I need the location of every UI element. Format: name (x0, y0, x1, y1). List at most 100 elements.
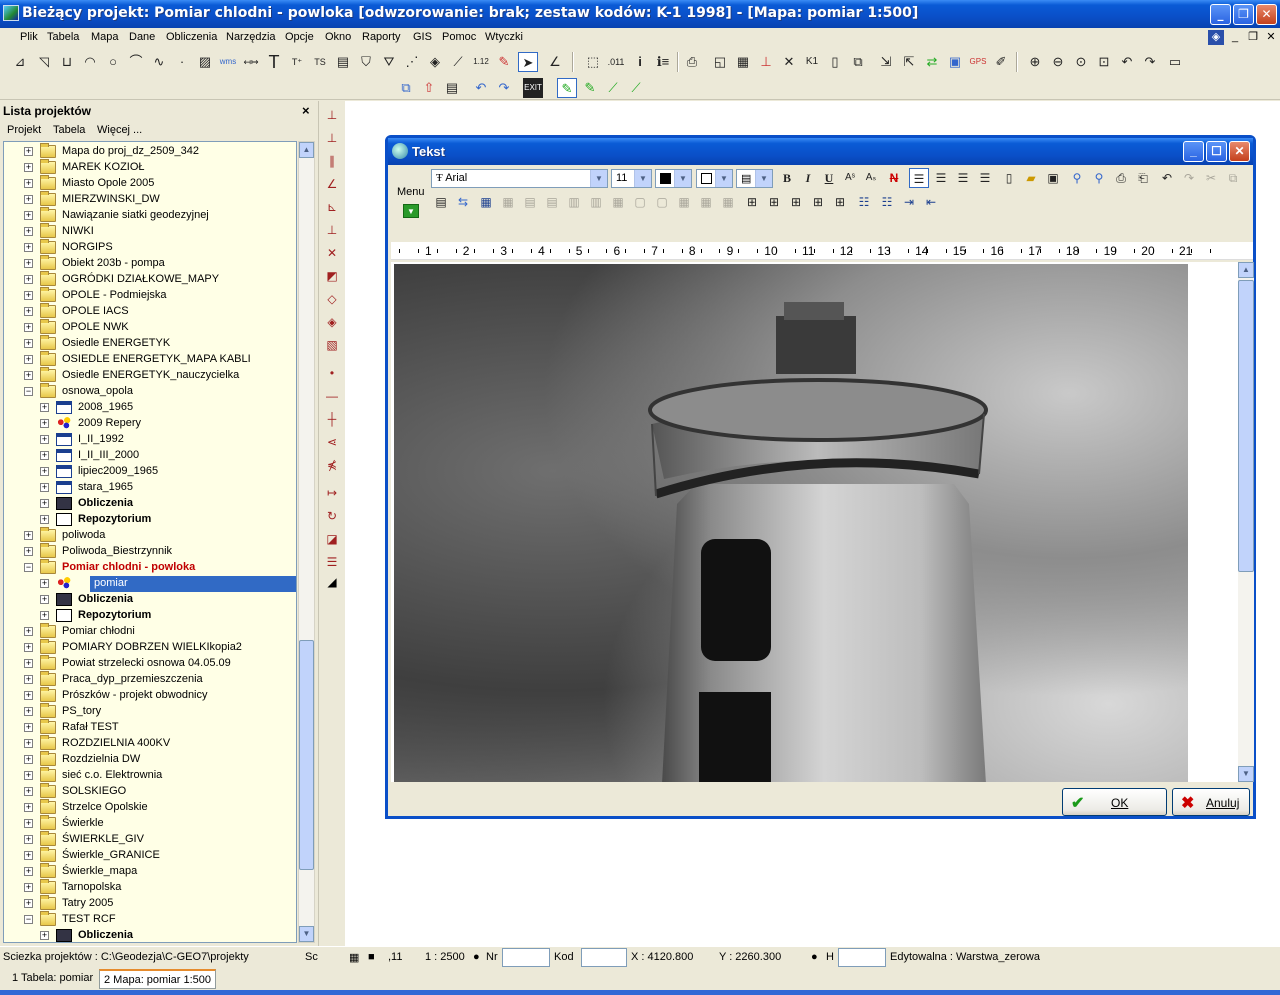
dialog-maximize-button[interactable]: ☐ (1206, 141, 1227, 162)
editor-scrollbar[interactable]: ▲ ▼ (1238, 262, 1254, 782)
expand-icon[interactable]: + (24, 707, 33, 716)
tree-item[interactable]: + Tarnopolska (4, 879, 296, 896)
paste-icon[interactable]: ▤ (442, 78, 462, 98)
tree-item[interactable]: + poliwoda (4, 527, 296, 544)
tree-item[interactable]: + Praca_dyp_przemieszczenia (4, 671, 296, 688)
expand-icon[interactable]: + (24, 771, 33, 780)
info-icon[interactable]: i (630, 52, 650, 72)
zoom-out-icon[interactable]: ⊖ (1048, 52, 1068, 72)
tree-item[interactable]: + I_II_1992 (4, 432, 296, 448)
tree-item[interactable]: + POMIARY DOBRZEN WIELKIkopia2 (4, 639, 296, 656)
menu-tabela[interactable]: Tabela (47, 31, 79, 43)
border-v-icon[interactable]: ⊞ (830, 192, 850, 212)
menu-okno[interactable]: Okno (325, 31, 351, 43)
exit-icon[interactable]: EXIT (523, 78, 543, 98)
menu-pomoc[interactable]: Pomoc (442, 31, 476, 43)
tree-item[interactable]: + Prószków - projekt obwodnicy (4, 687, 296, 704)
child-minimize-button[interactable]: _ (1227, 30, 1243, 45)
hatch-icon[interactable]: ☰ (322, 552, 342, 572)
dimension-icon[interactable]: ↤↦ (241, 52, 261, 72)
expand-icon[interactable]: + (24, 883, 33, 892)
tree-item[interactable]: + NIWKI (4, 223, 296, 240)
expand-icon[interactable]: + (24, 723, 33, 732)
menu-opcje[interactable]: Opcje (285, 31, 314, 43)
k1-icon[interactable]: K1 (802, 52, 822, 72)
tree-item[interactable]: + Osiedle ENERGETYK_nauczycielka (4, 367, 296, 384)
number-icon[interactable]: .011 (606, 52, 626, 72)
chevron-down-icon[interactable]: ▼ (755, 170, 772, 187)
chevron-down-icon[interactable]: ▼ (715, 170, 732, 187)
dialog-menu-dropdown-icon[interactable]: ▼ (403, 204, 419, 218)
scroll-down-button[interactable]: ▼ (1238, 766, 1254, 782)
wms-icon[interactable]: wms (218, 52, 238, 72)
menu-gis[interactable]: GIS (413, 31, 432, 43)
print-icon[interactable]: ⎙ (1111, 168, 1131, 188)
polyline-icon[interactable]: ⊿ (10, 52, 30, 72)
expand-icon[interactable]: + (24, 739, 33, 748)
new-document-icon[interactable]: ▯ (999, 168, 1019, 188)
polygon-icon[interactable]: ◹ (34, 52, 54, 72)
expand-icon[interactable]: + (24, 675, 33, 684)
profile-icon[interactable]: ⊥ (756, 52, 776, 72)
zoom-window-icon[interactable]: ⊡ (1094, 52, 1114, 72)
upload-icon[interactable]: ⇧ (419, 78, 439, 98)
panel-menu-projekt[interactable]: Projekt (7, 124, 41, 136)
tree-scrollbar[interactable]: ▲ ▼ (298, 141, 315, 943)
coords-icon[interactable]: 1.12 (471, 52, 491, 72)
collapse-icon[interactable]: − (24, 563, 33, 572)
tree-item[interactable]: + Poliwoda_Biestrzynnik (4, 543, 296, 560)
mirror-icon[interactable]: ◪ (322, 529, 342, 549)
border-select[interactable]: ▼ (696, 169, 733, 188)
text-multi-icon[interactable]: TS (310, 52, 330, 72)
pen-nr-icon[interactable]: ⟋ (626, 78, 646, 98)
symbol-icon[interactable]: ▤ (333, 52, 353, 72)
spline-icon[interactable]: ∿ (149, 52, 169, 72)
menu-obliczenia[interactable]: Obliczenia (166, 31, 217, 43)
menu-wtyczki[interactable]: Wtyczki (485, 31, 523, 43)
expand-icon[interactable]: + (24, 547, 33, 556)
bold-button[interactable]: B (777, 168, 797, 188)
underline-button[interactable]: U (819, 168, 839, 188)
chevron-down-icon[interactable]: ▼ (634, 170, 651, 187)
tree-item[interactable]: + SOLSKIEGO (4, 783, 296, 800)
eraser-icon[interactable]: ✎ (494, 52, 514, 72)
expand-icon[interactable]: + (24, 227, 33, 236)
menu-narzedzia[interactable]: Narzędzia (226, 31, 276, 43)
expand-icon[interactable]: + (24, 291, 33, 300)
rotate-obj-icon[interactable]: ↻ (322, 506, 342, 526)
angle-line-icon[interactable]: ∠ (322, 174, 342, 194)
angle-icon[interactable]: ∠ (545, 52, 565, 72)
panel-close-icon[interactable]: × (302, 103, 310, 118)
cross-icon[interactable]: ✕ (322, 243, 342, 263)
expand-icon[interactable]: + (24, 787, 33, 796)
expand-icon[interactable]: + (40, 499, 49, 508)
tree-item[interactable]: − osnowa_opola (4, 383, 296, 400)
device-icon[interactable]: ▣ (945, 52, 965, 72)
italic-button[interactable]: I (798, 168, 818, 188)
tree-item[interactable]: + Osiedle ENERGETYK (4, 335, 296, 352)
tree-item[interactable]: +2008_1965 (4, 400, 296, 416)
sheet-icon[interactable]: ▯ (825, 52, 845, 72)
contrast-icon[interactable]: ◢ (322, 572, 342, 592)
tree-item[interactable]: + pomiar (4, 576, 296, 592)
tree-item[interactable]: + Obliczenia (4, 928, 296, 942)
tree-item[interactable]: + sieć c.o. Elektrownia (4, 767, 296, 784)
tree-item[interactable]: + I_II_III_2000 (4, 448, 296, 464)
expand-icon[interactable]: + (24, 355, 33, 364)
vertical-line-icon[interactable]: ⊥ (322, 220, 342, 240)
tree-item[interactable]: + Tatry 2005 (4, 895, 296, 912)
point-on-line-icon[interactable]: • (322, 363, 342, 383)
minimize-button[interactable]: _ (1210, 4, 1231, 25)
text-editor-area[interactable] (391, 262, 1238, 782)
parallel-icon[interactable]: ∥ (322, 151, 342, 171)
grid-icon[interactable]: ▦ (349, 951, 359, 964)
tree-item[interactable]: + Nawiązanie siatki geodezyjnej (4, 207, 296, 224)
panel-menu-tabela[interactable]: Tabela (53, 124, 85, 136)
tree-item[interactable]: + ROZDZIELNIA 400KV (4, 735, 296, 752)
bisector-icon[interactable]: ⊾ (322, 197, 342, 217)
expand-icon[interactable]: + (24, 803, 33, 812)
expand-icon[interactable]: + (24, 819, 33, 828)
tree-item[interactable]: + Obliczenia (4, 496, 296, 512)
tree-item[interactable]: + Pomiar chłodni (4, 623, 296, 640)
menu-mapa[interactable]: Mapa (91, 31, 119, 43)
